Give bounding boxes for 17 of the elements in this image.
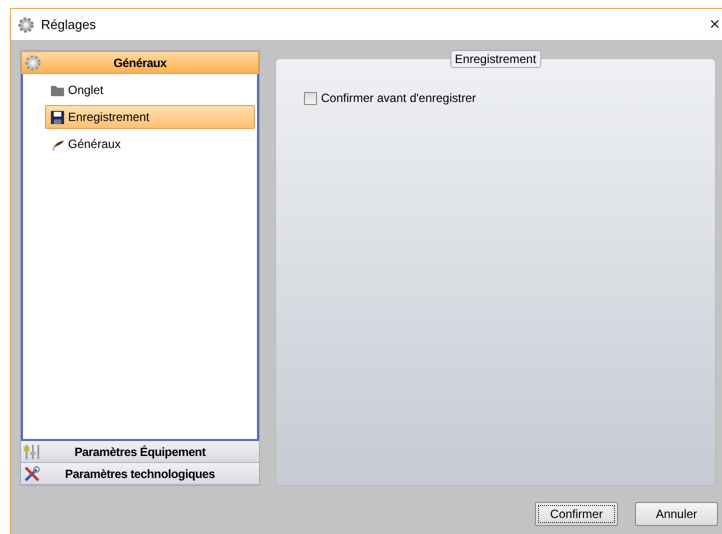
sidebar-item[interactable]: Enregistrement [45, 105, 255, 129]
sidebar-section-header[interactable]: Paramètres Équipement [21, 441, 259, 463]
floppy-icon [50, 110, 65, 124]
sidebar-section-header[interactable]: Paramètres technologiques [21, 463, 259, 485]
tools-icon [23, 464, 41, 482]
sidebar-item[interactable]: Onglet [45, 78, 255, 102]
sidebar-item[interactable]: Généraux [45, 132, 255, 156]
cancel-button[interactable]: Annuler [635, 502, 718, 526]
confirm-button[interactable]: Confirmer [535, 502, 618, 526]
confirm-checkbox[interactable]: Confirmer avant d'enregistrer [304, 91, 476, 105]
window-title: Réglages [41, 17, 97, 32]
gear-icon [17, 16, 35, 34]
close-button[interactable]: × [709, 14, 722, 35]
group-title: Enregistrement [450, 50, 542, 68]
sliders-icon [23, 442, 41, 460]
sidebar-section-header[interactable]: Généraux [21, 51, 259, 74]
gear-icon [24, 54, 42, 72]
